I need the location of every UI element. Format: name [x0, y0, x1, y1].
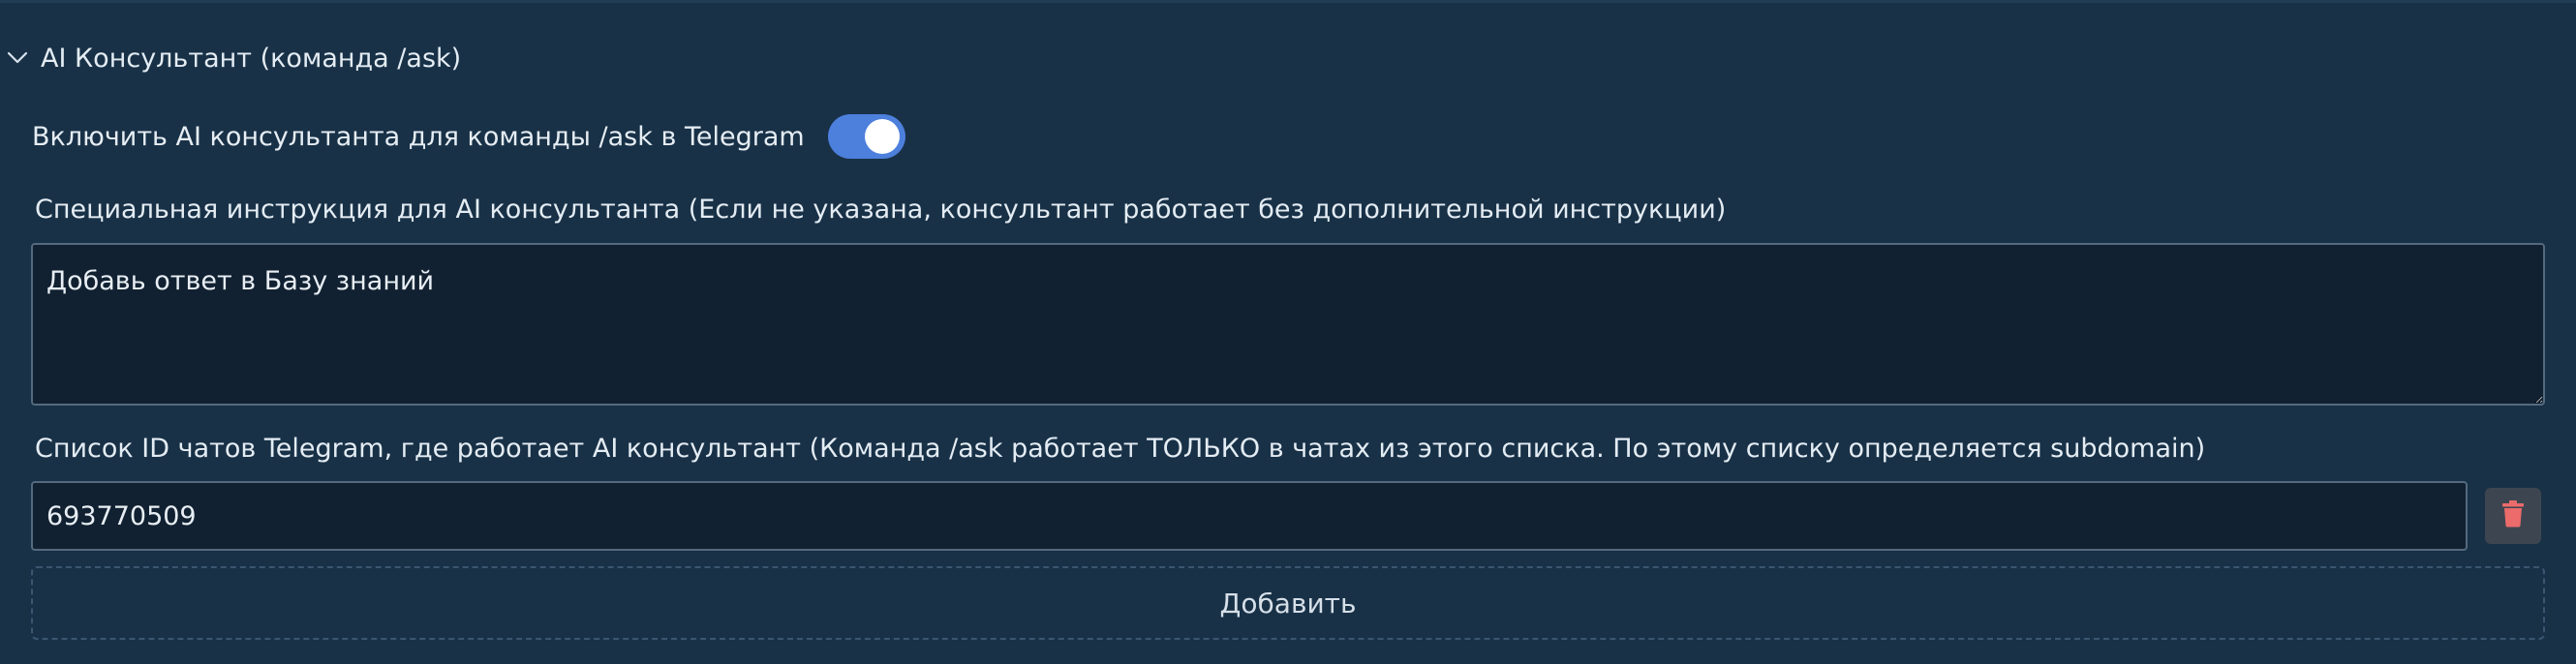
top-divider	[0, 0, 2576, 3]
section-header-ai-consultant[interactable]: AI Консультант (команда /ask)	[6, 37, 461, 79]
instruction-label: Специальная инструкция для AI консультан…	[35, 195, 1727, 225]
chat-id-input[interactable]	[31, 481, 2468, 551]
enable-consultant-row: Включить AI консультанта для команды /as…	[32, 114, 905, 159]
instruction-textarea[interactable]: Добавь ответ в Базу знаний	[31, 243, 2545, 406]
trash-icon	[2501, 500, 2525, 531]
add-chat-button[interactable]: Добавить	[31, 566, 2545, 640]
enable-consultant-toggle[interactable]	[827, 114, 905, 159]
chevron-down-icon	[6, 46, 29, 70]
enable-consultant-label: Включить AI консультанта для команды /as…	[32, 121, 805, 152]
chat-ids-label: Список ID чатов Telegram, где работает A…	[35, 434, 2206, 464]
section-title: AI Консультант (команда /ask)	[41, 43, 462, 74]
delete-chat-button[interactable]	[2485, 488, 2541, 544]
toggle-knob	[864, 119, 900, 154]
